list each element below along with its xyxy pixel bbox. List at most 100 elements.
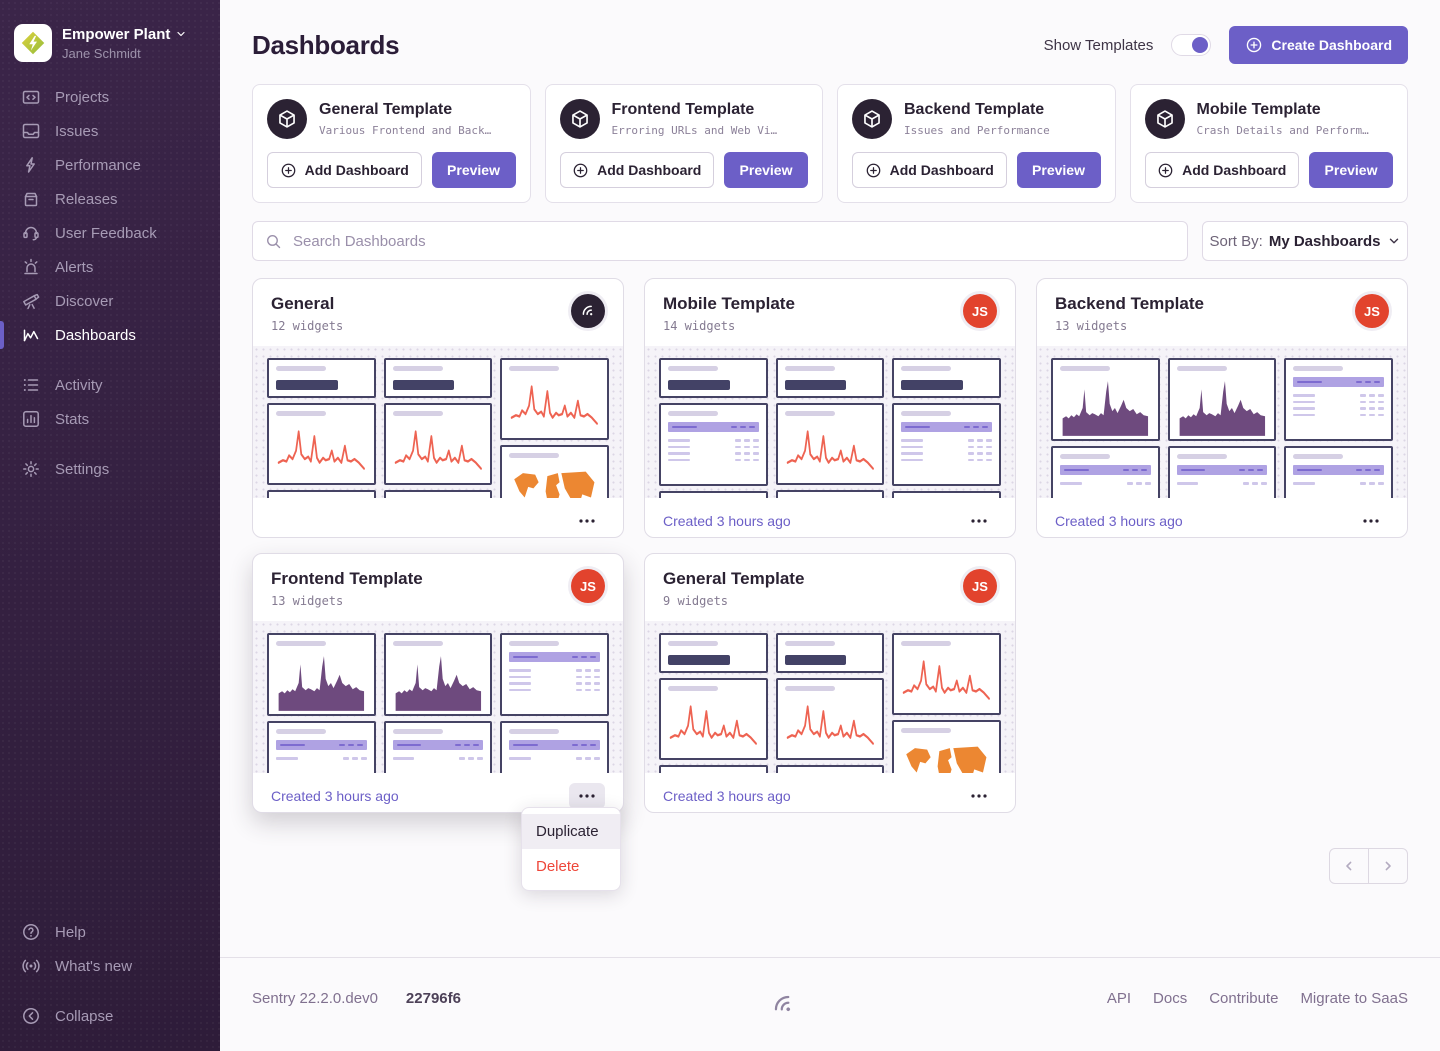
user-feedback-icon [21,223,41,243]
footer-links: API Docs Contribute Migrate to SaaS [1107,990,1408,1007]
search-input[interactable] [291,232,1175,251]
footer-link-migrate-to-saas[interactable]: Migrate to SaaS [1300,990,1408,1007]
sidebar-item-releases[interactable]: Releases [0,182,220,216]
nav-gap [0,352,220,368]
sidebar-item-activity[interactable]: Activity [0,368,220,402]
sidebar-item-label: Settings [55,461,109,478]
templates-row: General Template Various Frontend and Ba… [220,84,1440,203]
footer-link-docs[interactable]: Docs [1153,990,1187,1007]
dashboard-created-label: Created 3 hours ago [663,513,791,529]
sidebar-item-stats[interactable]: Stats [0,402,220,436]
widget-thumbnail-sliver [776,765,885,773]
nav-gap [0,436,220,452]
widget-thumbnail-big [659,633,768,673]
dashboard-card-frontend-template[interactable]: Frontend Template 13 widgets JS Created … [252,553,624,813]
sidebar-item-performance[interactable]: Performance [0,148,220,182]
page-title: Dashboards [252,30,399,61]
preview-button[interactable]: Preview [432,152,516,188]
template-card-header: Mobile Template Crash Details and Perfor… [1145,99,1394,139]
widget-thumbnail-area [384,633,493,716]
widget-thumbnail-tablecut [267,721,376,773]
footer-build-hash: 22796f6 [406,990,461,1007]
sidebar-item-projects[interactable]: Projects [0,80,220,114]
dashboard-card-general-template[interactable]: General Template 9 widgets JS Created 3 … [644,553,1016,813]
dashboard-card-general[interactable]: General 12 widgets [252,278,624,538]
widget-thumbnail-line [892,633,1001,715]
widget-thumbnail-line [500,358,609,440]
add-dashboard-label: Add Dashboard [305,162,409,178]
dashboard-card-footer: Created 3 hours ago [645,773,1015,819]
dashboard-more-button[interactable] [961,508,997,534]
dashboard-preview [645,621,1015,773]
dashboard-preview [253,346,623,498]
preview-column [1051,358,1160,498]
add-dashboard-button[interactable]: Add Dashboard [267,152,422,188]
sidebar-item-discover[interactable]: Discover [0,284,220,318]
widget-thumbnail-area [1168,358,1277,441]
menu-item-duplicate[interactable]: Duplicate [522,814,620,849]
template-subtitle: Various Frontend and Back… [319,124,491,137]
widget-thumbnail-sliver [776,490,885,498]
sidebar-item-alerts[interactable]: Alerts [0,250,220,284]
template-cube-icon [560,99,600,139]
widget-thumbnail-line [384,403,493,485]
add-dashboard-button[interactable]: Add Dashboard [560,152,715,188]
sidebar-item-label: Projects [55,89,109,106]
sidebar-item-help[interactable]: Help [0,915,220,949]
sidebar-item-issues[interactable]: Issues [0,114,220,148]
sidebar-item-what-s-new[interactable]: What's new [0,949,220,983]
footer-link-contribute[interactable]: Contribute [1209,990,1278,1007]
preview-column [384,633,493,773]
sort-dropdown[interactable]: Sort By: My Dashboards [1202,221,1408,261]
template-card-meta: General Template Various Frontend and Ba… [319,101,491,137]
show-templates-toggle[interactable] [1171,34,1211,56]
main-content: Dashboards Show Templates Create Dashboa… [220,0,1440,1051]
add-dashboard-button[interactable]: Add Dashboard [1145,152,1300,188]
dashboard-created-label: Created 3 hours ago [663,788,791,804]
dashboard-more-button[interactable] [961,783,997,809]
dashboard-more-button[interactable] [569,783,605,809]
dashboard-preview [1037,346,1407,498]
template-card-meta: Backend Template Issues and Performance [904,101,1050,137]
dashboard-card-backend-template[interactable]: Backend Template 13 widgets JS Created 3… [1036,278,1408,538]
sidebar-item-label: Releases [55,191,118,208]
releases-icon [21,189,41,209]
empower-plant-logo [14,24,52,62]
dashboard-more-button[interactable] [1353,508,1389,534]
projects-icon [21,87,41,107]
menu-item-delete[interactable]: Delete [522,849,620,884]
toggle-knob [1192,37,1208,53]
sidebar-item-settings[interactable]: Settings [0,452,220,486]
widget-thumbnail-line [659,678,768,760]
dashboard-card-mobile-template[interactable]: Mobile Template 14 widgets JS Created 3 … [644,278,1016,538]
widget-thumbnail-tablecut [1168,446,1277,498]
template-card-actions: Add Dashboard Preview [560,152,809,188]
preview-column [659,358,768,498]
sidebar-item-collapse[interactable]: Collapse [0,999,220,1033]
dashboard-card-header: Frontend Template 13 widgets JS [253,554,623,621]
dashboard-preview [253,621,623,773]
footer-link-api[interactable]: API [1107,990,1131,1007]
org-switcher[interactable]: Empower Plant Jane Schmidt [0,10,220,80]
org-user: Jane Schmidt [62,46,187,61]
widget-thumbnail-map [892,720,1001,773]
add-dashboard-button[interactable]: Add Dashboard [852,152,1007,188]
pagination-prev-button[interactable] [1329,848,1369,884]
app-root: Empower Plant Jane Schmidt Projects Issue… [0,0,1440,1051]
preview-column [267,633,376,773]
plus-circle-icon [1157,162,1174,179]
preview-button[interactable]: Preview [1017,152,1101,188]
create-dashboard-button[interactable]: Create Dashboard [1229,26,1408,64]
preview-button[interactable]: Preview [724,152,808,188]
chevron-left-icon [1341,858,1357,874]
dashboard-more-button[interactable] [569,508,605,534]
preview-column [1284,358,1393,498]
pagination-next-button[interactable] [1368,848,1408,884]
widget-thumbnail-table [500,633,609,716]
sidebar-item-dashboards[interactable]: Dashboards [0,318,220,352]
sidebar-item-user-feedback[interactable]: User Feedback [0,216,220,250]
dashboard-card-meta: General 12 widgets [271,294,343,333]
plus-circle-icon [865,162,882,179]
preview-button[interactable]: Preview [1309,152,1393,188]
footer: Sentry 22.2.0.dev0 22796f6 APIDocsContri… [220,957,1440,1051]
